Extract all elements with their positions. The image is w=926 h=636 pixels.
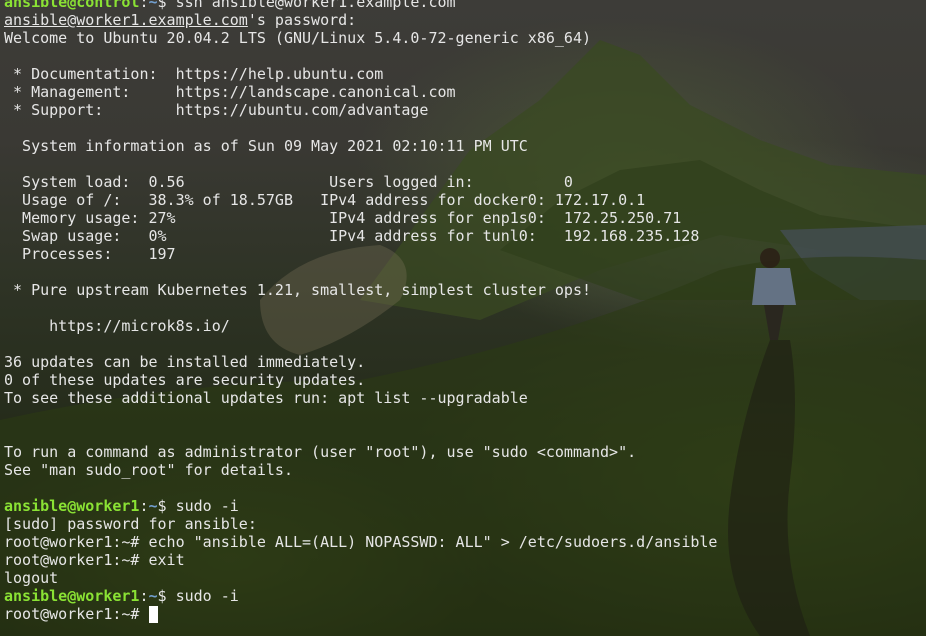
prompt-symbol: $ (157, 587, 176, 605)
root-prompt: root@worker1:~# (4, 551, 149, 569)
command-text: echo "ansible ALL=(ALL) NOPASSWD: ALL" >… (148, 533, 718, 551)
bay-water (780, 225, 926, 300)
terminal-line-sysinfo: Memory usage: 27% IPv4 address for enp1s… (4, 209, 682, 227)
terminal-line-root-prompt: root@worker1:~# exit (4, 551, 717, 569)
prompt-user: ansible@control (4, 0, 140, 11)
hiker-figure (752, 248, 796, 340)
command-text: ssh ansible@worker1.example.com (175, 0, 456, 11)
terminal-line-prompt-worker: ansible@worker1:~$ sudo -i (4, 497, 239, 515)
terminal-output: ansible@control:~$ ssh ansible@worker1.e… (4, 0, 717, 623)
password-prompt-suffix: 's password: (247, 11, 357, 29)
terminal-line-security-updates: 0 of these updates are security updates. (4, 371, 366, 389)
root-prompt: root@worker1:~# (4, 605, 149, 623)
prompt-path: ~ (148, 587, 158, 605)
terminal-line-active-prompt[interactable]: root@worker1:~# (4, 605, 717, 623)
terminal-line-sysinfo: System load: 0.56 Users logged in: 0 (4, 173, 573, 191)
terminal-line-documentation: * Documentation: https://help.ubuntu.com (4, 65, 384, 83)
terminal-line-prompt-worker: ansible@worker1:~$ sudo -i (4, 587, 239, 605)
prompt-path: ~ (148, 0, 158, 11)
terminal-line-prompt-control: ansible@control:~$ ssh ansible@worker1.e… (4, 0, 717, 11)
command-text: exit (148, 551, 185, 569)
terminal-line-sudo-hint: See "man sudo_root" for details. (4, 461, 293, 479)
command-text: sudo -i (175, 587, 239, 605)
terminal-line-updates-count: 36 updates can be installed immediately. (4, 353, 366, 371)
terminal-line-welcome: Welcome to Ubuntu 20.04.2 LTS (GNU/Linux… (4, 29, 591, 47)
terminal-line-password-prompt: ansible@worker1.example.com's password: (4, 11, 717, 29)
terminal-line-root-prompt: root@worker1:~# echo "ansible ALL=(ALL) … (4, 533, 717, 551)
prompt-symbol: $ (157, 0, 176, 11)
root-prompt: root@worker1:~# (4, 533, 149, 551)
terminal-line-logout: logout (4, 569, 59, 587)
prompt-user: ansible@worker1 (4, 587, 140, 605)
terminal-line-management: * Management: https://landscape.canonica… (4, 83, 456, 101)
password-prompt-host: ansible@worker1.example.com (4, 11, 248, 29)
terminal-line-sysinfo-header: System information as of Sun 09 May 2021… (4, 137, 528, 155)
terminal-window[interactable]: ansible@control:~$ ssh ansible@worker1.e… (0, 0, 926, 636)
text-cursor[interactable] (148, 606, 158, 623)
terminal-line-sysinfo: Processes: 197 (4, 245, 176, 263)
terminal-line-updates-hint: To see these additional updates run: apt… (4, 389, 528, 407)
terminal-line-sudo-hint: To run a command as administrator (user … (4, 443, 637, 461)
terminal-line-microk8s-url: https://microk8s.io/ (4, 317, 230, 335)
terminal-line-sysinfo: Swap usage: 0% IPv4 address for tunl0: 1… (4, 227, 700, 245)
terminal-line-sudo-password: [sudo] password for ansible: (4, 515, 257, 533)
terminal-line-support: * Support: https://ubuntu.com/advantage (4, 101, 429, 119)
terminal-line-microk8s-note: * Pure upstream Kubernetes 1.21, smalles… (4, 281, 591, 299)
prompt-path: ~ (148, 497, 158, 515)
terminal-line-sysinfo: Usage of /: 38.3% of 18.57GB IPv4 addres… (4, 191, 646, 209)
command-text: sudo -i (175, 497, 239, 515)
prompt-symbol: $ (157, 497, 176, 515)
prompt-user: ansible@worker1 (4, 497, 140, 515)
trail (728, 340, 810, 636)
